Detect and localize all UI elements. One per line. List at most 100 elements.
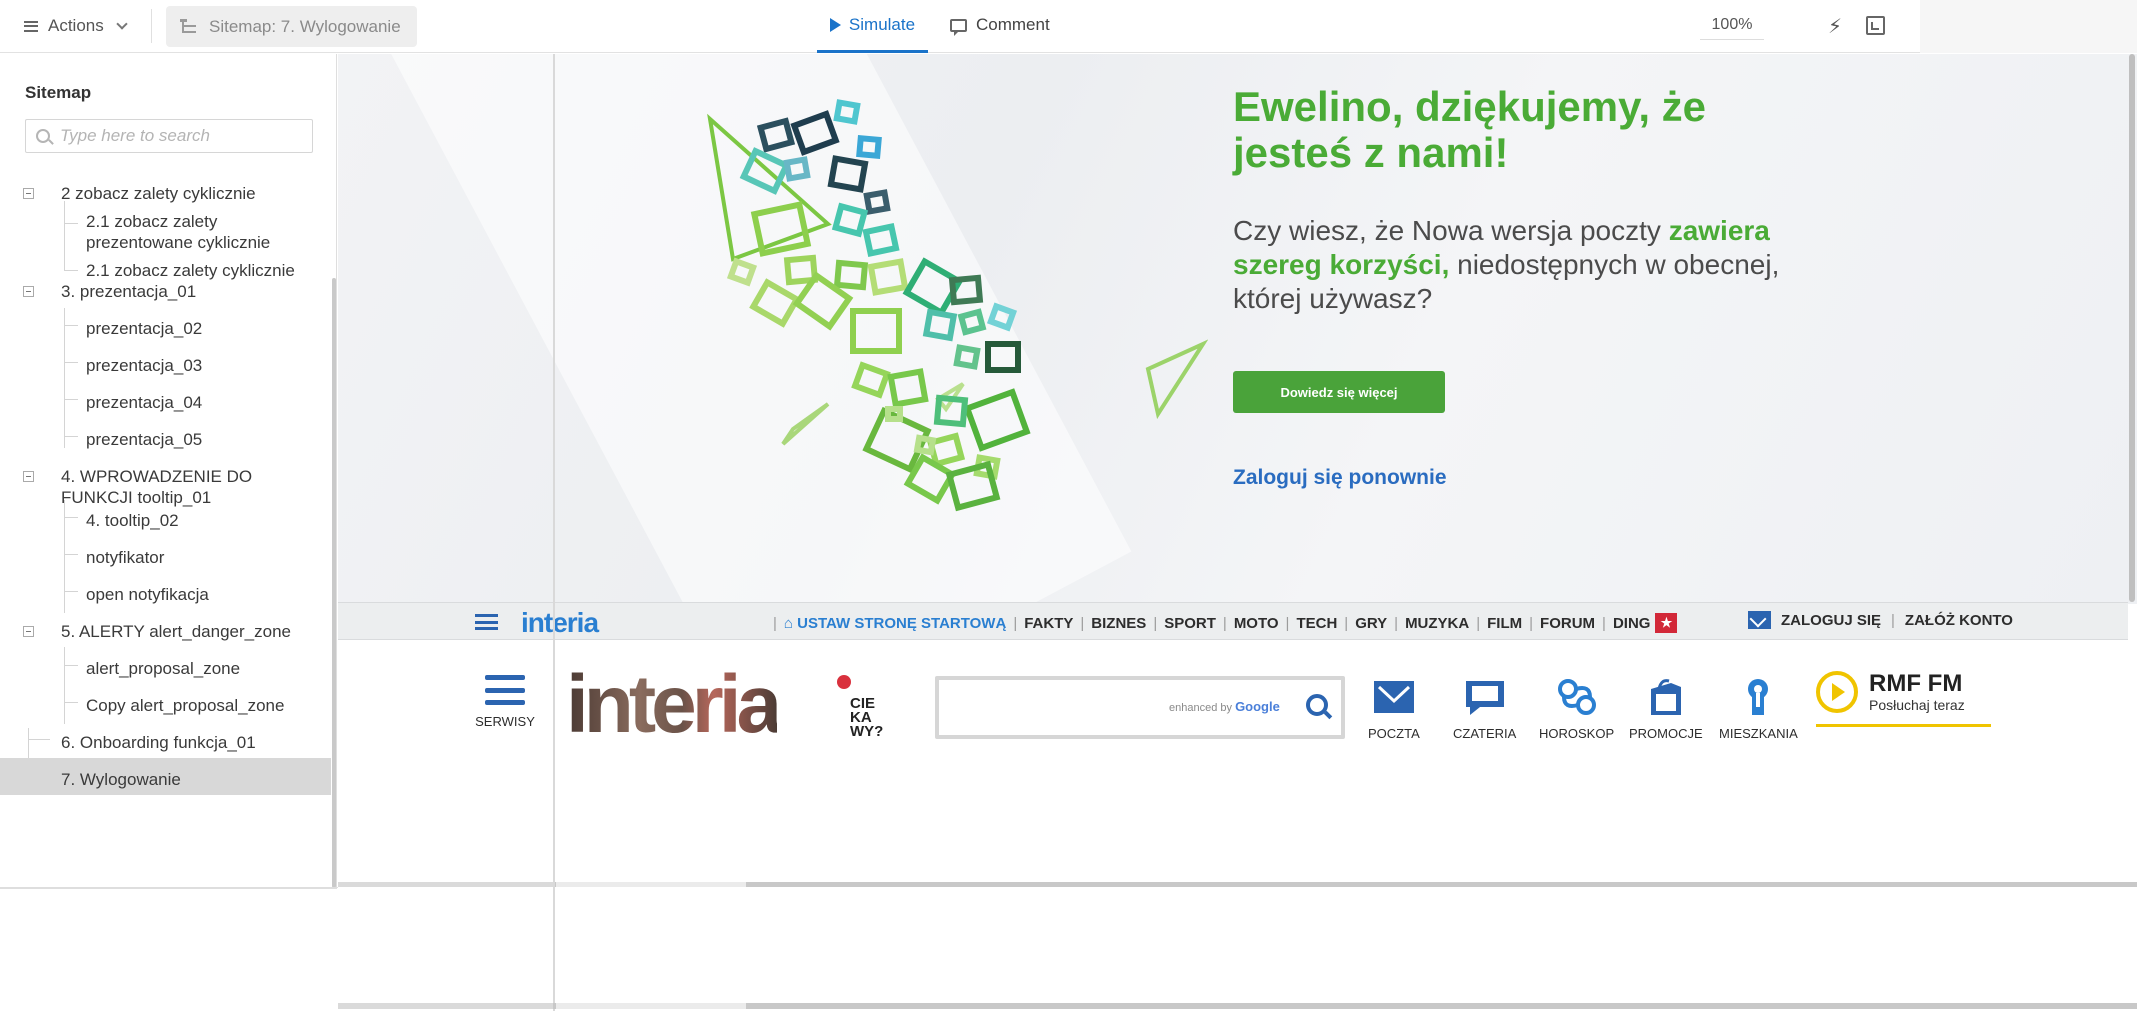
sitemap-panel: Sitemap 2 zobacz zalety cyklicznie 2.1 z… (0, 54, 337, 889)
nav-link-film[interactable]: FILM (1487, 615, 1522, 632)
sitemap-item-label: 5. ALERTY alert_danger_zone (61, 622, 291, 641)
nav-link-start-page-label: USTAW STRONĘ STARTOWĄ (797, 614, 1007, 632)
hero-title: Ewelino, dziękujemy, że jesteś z nami! (1233, 83, 1707, 176)
sitemap-item-label: prezentacja_04 (86, 393, 203, 412)
sidebar-scrollbar[interactable] (332, 278, 336, 888)
account-links: ZALOGUJ SIĘ | ZAŁÓŻ KONTO (1748, 611, 2013, 629)
service-horoskop[interactable]: HOROSKOP (1539, 677, 1614, 741)
sitemap-item-label: prezentacja_03 (86, 356, 203, 375)
service-mieszkania[interactable]: MIESZKANIA (1719, 677, 1798, 741)
canvas-bottom-scrollbar[interactable] (338, 1003, 2137, 1009)
service-czateria[interactable]: CZATERIA (1453, 677, 1516, 741)
fullscreen-icon[interactable] (1866, 16, 1885, 35)
interia-nav-links: | ⌂ USTAW STRONĘ STARTOWĄ | FAKTY | BIZN… (766, 613, 1678, 633)
nav-link-tech[interactable]: TECH (1296, 615, 1337, 632)
login-again-link[interactable]: Zaloguj się ponownie (1233, 466, 1447, 490)
radio-subtitle: Posłuchaj teraz (1869, 697, 1965, 713)
menu-icon (485, 675, 525, 705)
nav-link-forum[interactable]: FORUM (1540, 615, 1595, 632)
tree-connector (64, 325, 78, 326)
play-icon (1816, 671, 1858, 713)
search-icon[interactable] (1306, 694, 1328, 716)
menu-icon[interactable] (475, 614, 498, 630)
nav-link-ding[interactable]: DING (1613, 615, 1651, 632)
nav-link-sport[interactable]: SPORT (1164, 615, 1216, 632)
tree-connector (64, 554, 78, 555)
zoom-level[interactable]: 100% (1700, 11, 1764, 40)
tree-connector (64, 223, 78, 224)
top-toolbar: Actions Sitemap: 7. Wylogowanie Simulate… (0, 0, 1920, 53)
tab-simulate[interactable]: Simulate (817, 0, 928, 53)
envelopes-illustration (707, 99, 1208, 512)
lightning-icon[interactable]: ⚡︎ (1828, 14, 1842, 39)
interia-search-box: enhanced by Google (935, 676, 1345, 739)
tree-connector (64, 591, 78, 592)
logo-tagline: CIE KA WY? (850, 696, 884, 740)
sitemap-item-label: open notyfikacja (86, 585, 209, 604)
nav-link-muzyka[interactable]: MUZYKA (1405, 615, 1469, 632)
canvas-vertical-scrollbar[interactable] (2129, 54, 2135, 602)
tree-connector (64, 308, 65, 448)
keyhole-icon (1748, 679, 1769, 715)
tree-connector (64, 665, 78, 666)
rmf-fm-player[interactable]: RMF FM Posłuchaj teraz (1816, 671, 1991, 727)
actions-menu-button[interactable]: Actions (24, 13, 128, 39)
radio-title: RMF FM (1869, 670, 1963, 697)
interia-search-input[interactable] (949, 694, 1149, 720)
sitemap-item-label: 2.1 zobacz zalety cyklicznie (86, 261, 295, 280)
tab-comment[interactable]: Comment (950, 0, 1050, 50)
collapse-icon[interactable] (23, 188, 34, 199)
tree-connector (64, 702, 78, 703)
service-promocje[interactable]: PROMOCJE (1629, 677, 1703, 741)
canvas-horizontal-scrollbar[interactable] (338, 882, 2137, 887)
nav-link-biznes[interactable]: BIZNES (1091, 615, 1146, 632)
learn-more-button[interactable]: Dowiedz się więcej (1233, 371, 1445, 413)
toolbar-divider (151, 9, 152, 43)
service-label: PROMOCJE (1629, 726, 1703, 741)
sitemap-item-label: 4. WPROWADZENIE DO FUNKCJI tooltip_01 (61, 467, 253, 507)
nav-link-fakty[interactable]: FAKTY (1024, 615, 1073, 632)
register-link[interactable]: ZAŁÓŻ KONTO (1905, 612, 2013, 629)
nav-link-gry[interactable]: GRY (1355, 615, 1387, 632)
tree-connector (64, 399, 78, 400)
service-poczta[interactable]: POCZTA (1368, 677, 1420, 741)
tab-comment-label: Comment (976, 15, 1050, 34)
shopping-bag-icon (1650, 679, 1681, 715)
hero-text-before: Czy wiesz, że Nowa wersja poczty (1233, 215, 1669, 246)
google-brand-prefix: enhanced by (1169, 702, 1232, 714)
tree-connector (28, 728, 29, 761)
sitemap-title: Sitemap (25, 83, 92, 102)
sitemap-search-input[interactable] (60, 126, 300, 146)
interia-small-logo-text: interia (521, 607, 599, 638)
interia-top-nav: interia | ⌂ USTAW STRONĘ STARTOWĄ | FAKT… (338, 602, 2128, 640)
logout-hero: Ewelino, dziękujemy, że jesteś z nami! C… (338, 54, 2137, 604)
google-brand: enhanced by Google (1169, 699, 1280, 714)
actions-label: Actions (48, 16, 104, 35)
serwisy-button[interactable]: SERWISY (475, 675, 535, 729)
interia-small-logo[interactable]: interia (521, 607, 599, 639)
service-label: POCZTA (1368, 726, 1420, 741)
comment-icon (950, 18, 967, 36)
collapse-icon[interactable] (23, 286, 34, 297)
collapse-icon[interactable] (23, 471, 34, 482)
tree-connector (64, 436, 78, 437)
sitemap-item-label: 7. Wylogowanie (61, 770, 181, 789)
sitemap-icon (180, 19, 197, 34)
login-link[interactable]: ZALOGUJ SIĘ (1781, 612, 1881, 629)
star-icon: ★ (1655, 613, 1678, 633)
nav-link-start-page[interactable]: ⌂ USTAW STRONĘ STARTOWĄ (784, 615, 1006, 632)
sitemap-search[interactable] (25, 119, 313, 153)
sitemap-item-label: 4. tooltip_02 (86, 511, 179, 530)
hero-text: Czy wiesz, że Nowa wersja poczty zawiera… (1233, 214, 1793, 316)
interia-logo[interactable]: interia (566, 662, 782, 748)
breadcrumb-text: Sitemap: 7. Wylogowanie (209, 16, 401, 36)
service-label: HOROSKOP (1539, 726, 1615, 741)
tree-connector (64, 647, 65, 724)
logo-tagline-line: WY? (850, 723, 884, 740)
breadcrumb[interactable]: Sitemap: 7. Wylogowanie (166, 6, 417, 47)
hamburger-icon (24, 20, 38, 32)
collapse-icon[interactable] (23, 626, 34, 637)
toolbar-right-area (1920, 0, 2137, 53)
panel-divider (0, 887, 338, 888)
nav-link-moto[interactable]: MOTO (1234, 615, 1279, 632)
